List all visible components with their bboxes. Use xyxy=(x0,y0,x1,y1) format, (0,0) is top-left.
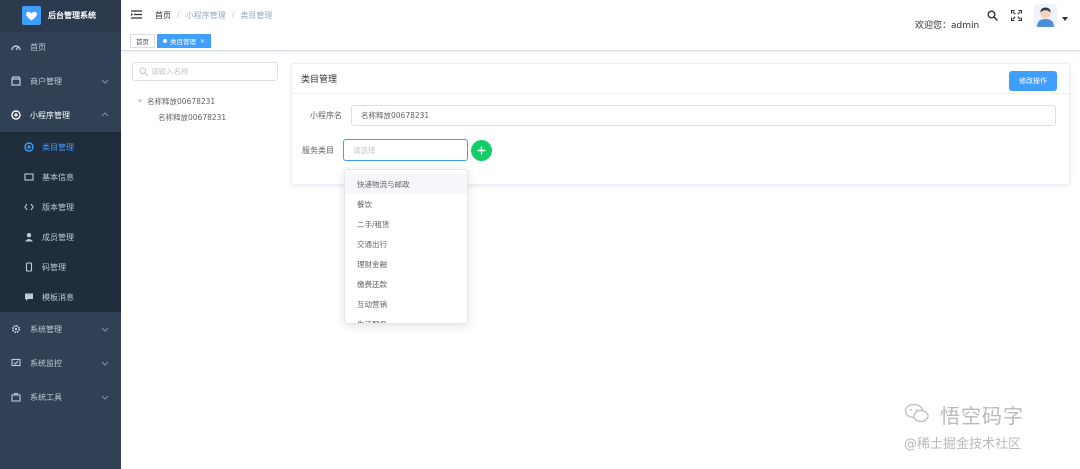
sidebar-item-merchant[interactable]: 商户管理 xyxy=(0,66,121,96)
tag-category-active[interactable]: 类目管理 × xyxy=(157,34,212,48)
sidebar-item-label: 系统监控 xyxy=(30,358,62,368)
breadcrumb-home[interactable]: 首页 xyxy=(155,10,171,21)
app-name-field[interactable]: 名称释放00678231 xyxy=(351,105,1056,126)
category-select-input[interactable] xyxy=(344,140,467,160)
breadcrumb-miniprogram: 小程序管理 xyxy=(185,11,226,20)
dropdown-option[interactable]: 餐饮 xyxy=(345,194,467,214)
sidebar-item-label: 小程序管理 xyxy=(30,110,70,120)
chevron-down-icon xyxy=(101,395,109,400)
sidebar-item-tools[interactable]: 系统工具 xyxy=(0,382,121,412)
dashboard-icon xyxy=(11,42,21,52)
monitor-icon xyxy=(24,172,34,182)
hamburger-icon[interactable] xyxy=(131,9,142,20)
sidebar-item-system[interactable]: 系统管理 xyxy=(0,314,121,344)
sidebar-item-monitor[interactable]: 系统监控 xyxy=(0,348,121,378)
sidebar-logo[interactable]: 后台管理系统 xyxy=(0,0,121,32)
sidebar-item-label: 码管理 xyxy=(42,262,66,272)
fullscreen-icon[interactable] xyxy=(1011,10,1022,21)
dropdown-option[interactable]: 生活服务 xyxy=(345,314,467,324)
gear-icon xyxy=(11,324,21,334)
tree-node-child[interactable]: 名称释放00678231 xyxy=(158,112,226,123)
dropdown-option[interactable]: 互动营销 xyxy=(345,294,467,314)
avatar[interactable] xyxy=(1034,4,1057,27)
sidebar-item-version[interactable]: 版本管理 xyxy=(0,192,121,222)
dropdown-option[interactable]: 缴费还款 xyxy=(345,274,467,294)
breadcrumb-current: 类目管理 xyxy=(240,11,273,20)
monitor-check-icon xyxy=(11,358,21,368)
card-title: 类目管理 xyxy=(301,75,338,85)
sidebar: 后台管理系统 首页 商户管理 小程序管理 类目管理 基本信息 版本管理 成员管理… xyxy=(0,0,121,469)
tree-search xyxy=(132,62,278,81)
tags-view: 首页 类目管理 × xyxy=(121,32,1080,51)
sidebar-item-label: 商户管理 xyxy=(30,76,62,86)
dropdown-option[interactable]: 二手/租赁 xyxy=(345,214,467,234)
phone-icon xyxy=(24,262,34,272)
sidebar-item-label: 类目管理 xyxy=(42,142,74,152)
sidebar-item-label: 版本管理 xyxy=(42,202,74,212)
sidebar-item-label: 首页 xyxy=(30,42,46,52)
breadcrumb: 首页 / 小程序管理 / 类目管理 xyxy=(155,10,272,21)
dropdown-option[interactable]: 快递物流与邮政 xyxy=(345,174,467,194)
sidebar-item-members[interactable]: 成员管理 xyxy=(0,222,121,252)
sidebar-item-template-msg[interactable]: 模板消息 xyxy=(0,282,121,312)
tag-label: 类目管理 xyxy=(170,38,196,46)
search-icon xyxy=(139,67,148,76)
sidebar-item-miniprogram[interactable]: 小程序管理 xyxy=(0,100,121,130)
app-title: 后台管理系统 xyxy=(48,11,96,20)
sidebar-item-label: 系统工具 xyxy=(30,392,62,402)
tree-caret-down-icon[interactable] xyxy=(137,98,143,104)
watermark-title: 悟空码字 xyxy=(940,404,1024,428)
chevron-down-icon xyxy=(101,79,109,84)
message-icon xyxy=(24,292,34,302)
dropdown-option[interactable]: 交通出行 xyxy=(345,234,467,254)
app-name-label: 小程序名 xyxy=(310,111,342,120)
chevron-down-icon xyxy=(101,361,109,366)
sidebar-item-home[interactable]: 首页 xyxy=(0,32,121,62)
dropdown-option[interactable]: 理财金融 xyxy=(345,254,467,274)
plus-circle-icon xyxy=(24,142,34,152)
tree-search-input[interactable] xyxy=(151,63,273,80)
active-dot-icon xyxy=(163,39,167,43)
edit-button[interactable]: 修改操作 xyxy=(1009,71,1057,91)
breadcrumb-separator: / xyxy=(177,10,180,19)
search-icon[interactable] xyxy=(987,10,998,21)
app-root: 后台管理系统 首页 商户管理 小程序管理 类目管理 基本信息 版本管理 成员管理… xyxy=(0,0,1080,469)
plus-icon xyxy=(477,146,486,155)
sidebar-item-basic-info[interactable]: 基本信息 xyxy=(0,162,121,192)
sidebar-item-label: 成员管理 xyxy=(42,232,74,242)
wechat-icon xyxy=(904,403,929,423)
sidebar-item-label: 基本信息 xyxy=(42,172,74,182)
category-dropdown: 快递物流与邮政 餐饮 二手/租赁 交通出行 理财金融 缴费还款 互动营销 生活服… xyxy=(344,169,468,324)
toolbox-icon xyxy=(11,392,21,402)
category-label: 服务类目 xyxy=(302,146,334,155)
shop-icon xyxy=(11,76,21,86)
chevron-up-icon xyxy=(101,112,109,117)
card-header: 类目管理 修改操作 xyxy=(292,64,1069,94)
add-category-button[interactable] xyxy=(471,140,492,161)
category-select[interactable] xyxy=(343,139,468,161)
heart-logo-icon xyxy=(22,6,41,25)
welcome-text: 欢迎您：admin xyxy=(915,21,980,31)
user-icon xyxy=(24,232,34,242)
navbar: 首页 / 小程序管理 / 类目管理 欢迎您：admin xyxy=(121,0,1080,32)
breadcrumb-separator: / xyxy=(231,10,235,19)
chevron-down-icon xyxy=(101,327,109,332)
sidebar-item-label: 系统管理 xyxy=(30,324,62,334)
caret-down-icon[interactable] xyxy=(1062,17,1068,21)
sidebar-item-code[interactable]: 码管理 xyxy=(0,252,121,282)
code-icon xyxy=(24,202,34,212)
watermark-subtitle: @稀土掘金技术社区 xyxy=(904,437,1022,452)
tree-node-root[interactable]: 名称释放00678231 xyxy=(147,96,215,107)
tag-home[interactable]: 首页 xyxy=(130,34,155,48)
sidebar-item-label: 模板消息 xyxy=(42,292,74,302)
close-icon[interactable]: × xyxy=(200,38,205,45)
sidebar-item-category[interactable]: 类目管理 xyxy=(0,132,121,162)
plus-circle-icon xyxy=(11,110,21,120)
